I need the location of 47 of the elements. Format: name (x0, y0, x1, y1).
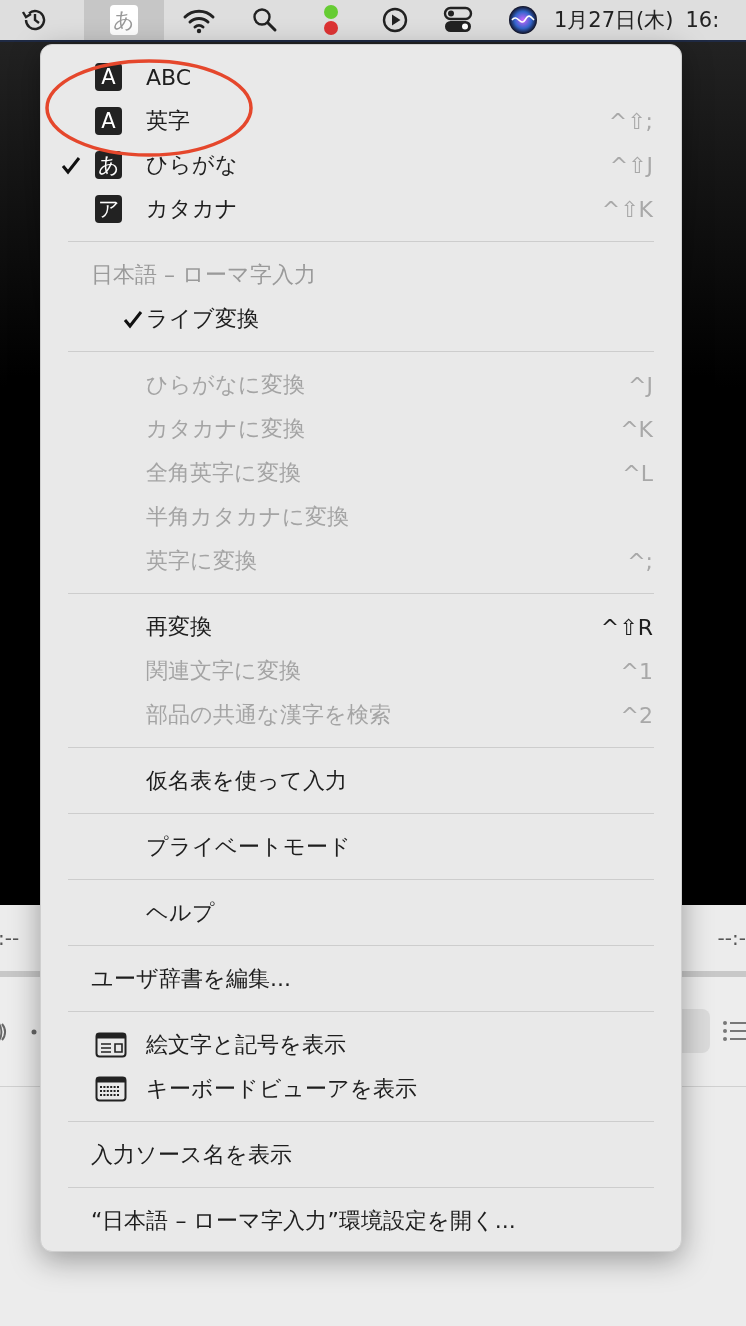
menu-item[interactable]: プライベートモード (146, 832, 351, 862)
menu-item[interactable]: カタカナ (146, 194, 238, 224)
time-label: --:- (717, 926, 746, 950)
list-icon[interactable] (722, 1020, 746, 1042)
menu-item: 半角カタカナに変換 (146, 503, 349, 531)
status-lights-icon[interactable] (321, 3, 341, 37)
character-viewer-icon (95, 1032, 127, 1058)
keyboard-shortcut: ^⇧K (601, 196, 653, 222)
menu-bar-date[interactable]: 1月27日(木) (554, 6, 674, 34)
menu-item[interactable]: ユーザ辞書を編集... (91, 964, 291, 994)
keyboard-shortcut: ^J (628, 372, 653, 398)
input-source-badge: あ (95, 151, 122, 179)
search-icon[interactable] (251, 6, 279, 34)
keyboard-shortcut: ^K (620, 416, 653, 442)
menu-item[interactable]: ひらがな (146, 150, 238, 180)
menu-item: 全角英字に変換 (146, 459, 301, 487)
menu-section-header: 日本語 – ローマ字入力 (91, 261, 316, 289)
keyboard-shortcut: ^⇧R (600, 614, 653, 640)
menu-item[interactable]: “日本語 – ローマ字入力”環境設定を開く... (91, 1206, 516, 1236)
menu-item[interactable]: ライブ変換 (146, 304, 259, 334)
menu-item: 関連文字に変換 (146, 657, 301, 685)
keyboard-icon (95, 1076, 127, 1102)
menu-item[interactable]: 絵文字と記号を表示 (146, 1030, 346, 1060)
toggles-icon[interactable] (443, 6, 473, 34)
menu-item[interactable]: キーボードビューアを表示 (146, 1074, 417, 1104)
input-source-badge: A (95, 107, 122, 135)
menu-bar-time[interactable]: 16: (685, 8, 720, 32)
play-icon[interactable] (381, 6, 409, 34)
keyboard-shortcut: ^⇧; (608, 108, 653, 134)
menu-item: 英字に変換 (146, 547, 257, 575)
menu-item[interactable]: 入力ソース名を表示 (91, 1140, 292, 1170)
time-label: :-- (0, 926, 20, 950)
menu-item[interactable]: 仮名表を使って入力 (146, 766, 347, 796)
input-source-badge: ア (95, 195, 122, 223)
keyboard-shortcut: ^; (627, 548, 653, 574)
menu-item[interactable]: ヘルプ (146, 898, 215, 928)
keyboard-shortcut: ^2 (620, 702, 653, 728)
keyboard-shortcut: ^1 (620, 658, 653, 684)
menu-item: ひらがなに変換 (146, 371, 305, 399)
menu-item: カタカナに変換 (146, 415, 305, 443)
menu-item: 部品の共通な漢字を検索 (146, 701, 391, 729)
menu-item[interactable]: 英字 (146, 106, 190, 136)
menu-item[interactable]: 再変換 (146, 612, 212, 642)
keyboard-shortcut: ^⇧J (609, 152, 653, 178)
menu-item[interactable]: ABC (146, 64, 192, 90)
keyboard-shortcut: ^L (622, 460, 653, 486)
assistant-icon[interactable] (508, 5, 538, 35)
